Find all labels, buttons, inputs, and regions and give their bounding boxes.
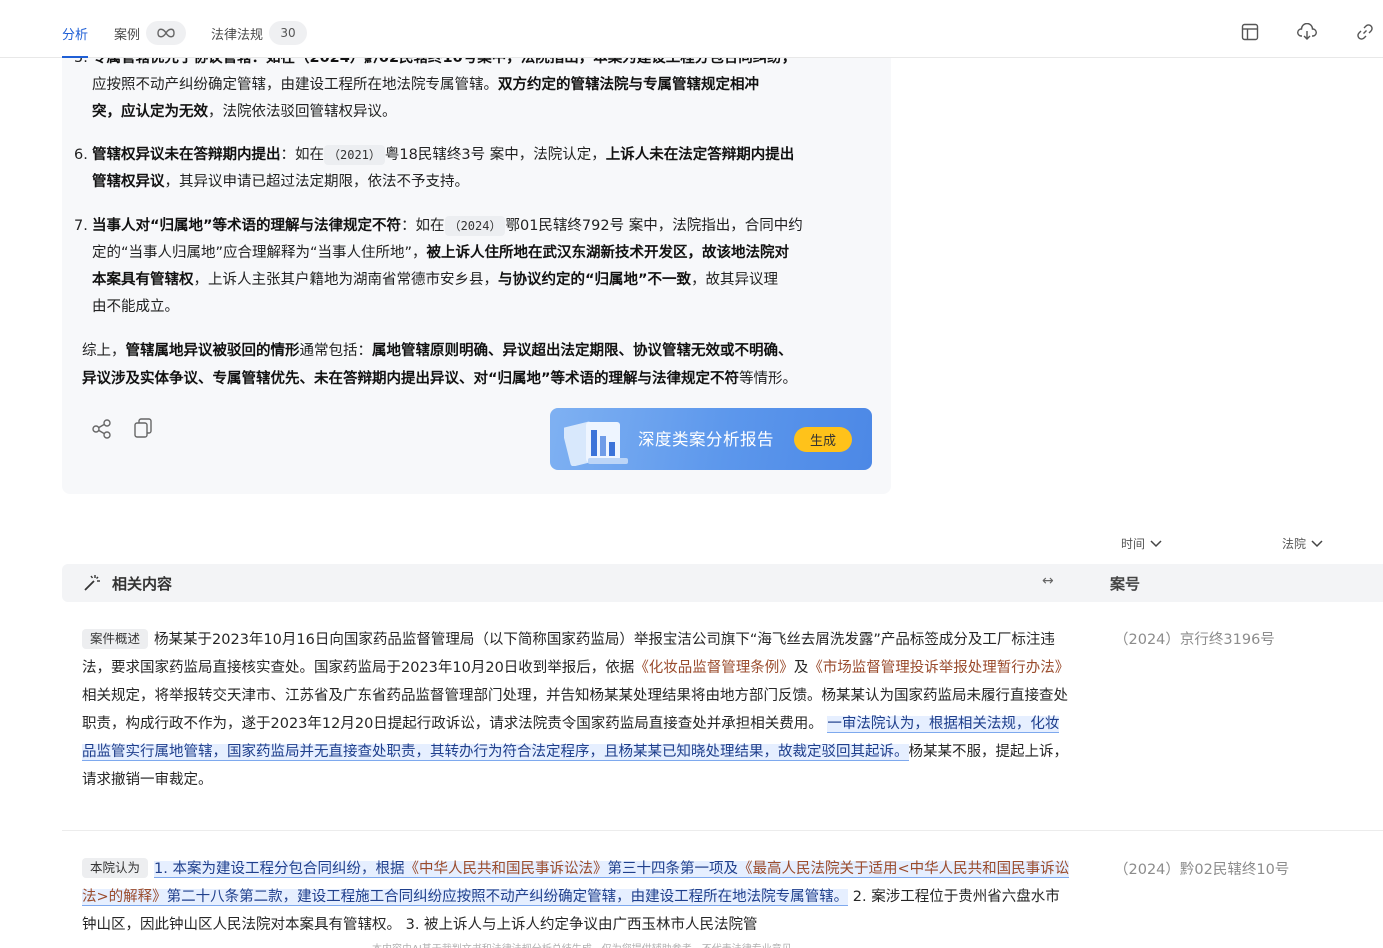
generate-badge[interactable]: 生成 <box>794 427 853 452</box>
tab-cases-count-badge <box>146 21 187 45</box>
sort-by-court[interactable]: 法院 <box>1282 535 1324 552</box>
tab-cases-label: 案例 <box>114 27 141 43</box>
tab-laws[interactable]: 法律法规 30 <box>211 20 308 46</box>
tab-laws-label: 法律法规 <box>211 27 264 43</box>
analysis-summary: 综上，管辖属地异议被驳回的情形通常包括：属地管辖原则明确、异议超出法定期限、协议… <box>82 343 798 387</box>
analysis-card: 5. 专属管辖优先于协议管辖：如在（2024）黔02民辖终10号案中，法院指出，… <box>62 58 891 494</box>
analysis-item-5-line-2: 突，应认定为无效，法院依法驳回管辖权异议。 <box>92 104 397 120</box>
sort-by-time[interactable]: 时间 <box>1121 535 1163 552</box>
report-illustration-icon <box>564 421 628 466</box>
share-icon[interactable] <box>90 417 114 441</box>
analysis-item-7: 7. 当事人对“归属地”等术语的理解与法律规定不符：如在 （2024） 鄂01民辖终… <box>74 216 803 315</box>
related-entry-2: 本院认为 1. 本案为建设工程分包合同纠纷，根据《中华人民共和国民事诉讼法》第三十… <box>82 858 1070 933</box>
chevron-down-icon <box>1150 539 1162 547</box>
case-code-chip[interactable]: （2021） <box>324 145 385 165</box>
related-content-header: 相关内容 ↔ 案号 <box>62 564 1383 602</box>
tab-laws-count-badge: 30 <box>269 21 308 45</box>
tab-analysis-label: 分析 <box>62 27 89 43</box>
law-link[interactable]: 《化妆品监督管理条例》 <box>634 660 794 676</box>
related-entry-1: 案件概述 杨某某于2023年10月16日向国家药品监督管理局（以下简称国家药监局）… <box>82 629 1070 788</box>
law-link[interactable]: 《中华人民共和国民事诉讼法》 <box>404 861 607 877</box>
infinity-icon <box>157 28 175 38</box>
expand-horizontal-icon[interactable]: ↔ <box>1042 573 1054 589</box>
case-number-link[interactable]: （2024）京行终3196号 <box>1114 628 1275 649</box>
tab-cases[interactable]: 案例 <box>114 20 187 46</box>
case-code-chip[interactable]: （2024） <box>444 216 506 236</box>
copy-icon[interactable] <box>131 416 155 440</box>
sort-court-label: 法院 <box>1282 537 1307 551</box>
magic-wand-icon <box>84 575 100 591</box>
entry-divider <box>62 830 1383 831</box>
chevron-down-icon <box>1311 539 1323 547</box>
tab-analysis[interactable]: 分析 <box>62 20 89 58</box>
deep-report-label: 深度类案分析报告 <box>638 430 774 449</box>
law-link[interactable]: 《市场监督管理投诉举报处理暂行办法》 <box>808 660 1069 676</box>
sort-time-label: 时间 <box>1121 537 1146 551</box>
entry-tag: 案件概述 <box>82 629 149 649</box>
table-icon[interactable] <box>1240 22 1260 42</box>
case-number-link[interactable]: （2024）黔02民辖终10号 <box>1114 858 1289 879</box>
ai-disclaimer: 本内容由AI基于裁判文书和法律法规分析总结生成，仅为您提供辅助参考，不代表法律专… <box>372 940 792 948</box>
analysis-item-6: 6. 管辖权异议未在答辩期内提出：如在 （2021） 粤18民辖终3号 案中，法院认… <box>74 145 795 190</box>
active-tab-indicator <box>62 56 89 58</box>
analysis-item-5-line-1: 应按照不动产纠纷确定管辖，由建设工程所在地法院专属管辖。双方约定的管辖法院与专属… <box>92 77 759 93</box>
case-number-column-header: 案号 <box>1110 575 1141 593</box>
link-icon[interactable] <box>1355 22 1375 42</box>
analysis-item-5: 5. 专属管辖优先于协议管辖：如在（2024）黔02民辖终10号案中，法院指出，… <box>74 58 872 126</box>
top-tab-bar: 分析 案例 法律法规 30 <box>0 0 1383 58</box>
analysis-item-5-line-0: 专属管辖优先于协议管辖：如在（2024）黔02民辖终10号案中，法院指出，本案为… <box>92 58 797 66</box>
related-content-title: 相关内容 <box>112 575 173 593</box>
download-icon[interactable] <box>1297 22 1317 42</box>
deep-report-button[interactable]: 深度类案分析报告 生成 <box>550 408 872 470</box>
entry-tag: 本院认为 <box>82 858 149 878</box>
